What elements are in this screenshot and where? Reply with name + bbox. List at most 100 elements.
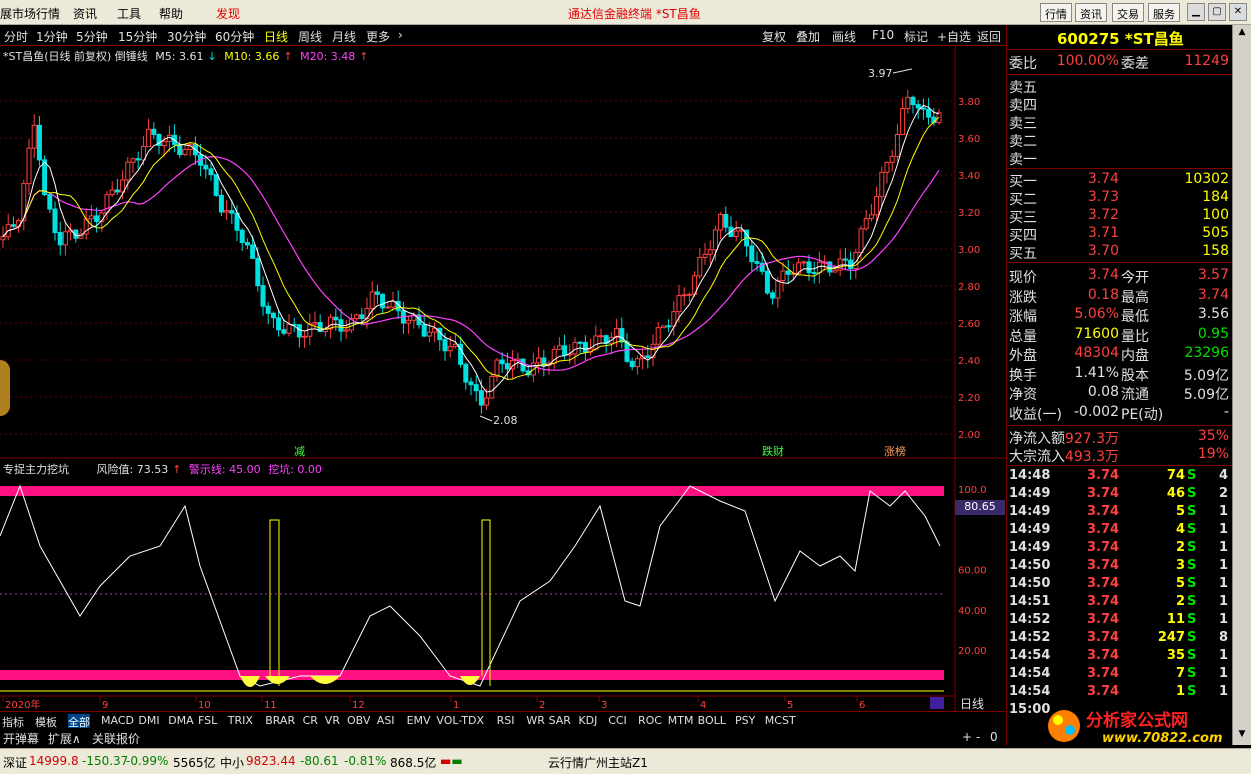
price-tick-label: 3.00 — [958, 245, 980, 256]
sub-legend: 专捉主力挖坑 风险值: 73.53 ↑ 警示线: 45.00 挖坑: 0.00 — [3, 461, 326, 477]
maximize-icon[interactable]: ▢ — [1208, 3, 1226, 21]
danmaku-toggle[interactable]: 开弹幕 — [3, 730, 39, 747]
dig-signal — [265, 676, 290, 684]
window-title: 通达信金融终端 *ST昌鱼 — [568, 7, 701, 21]
btn-news[interactable]: 资讯 — [1075, 3, 1107, 22]
tick-row: 14:54 3.74 7 S 1 — [1009, 666, 1229, 681]
close-icon[interactable]: ✕ — [1229, 3, 1247, 21]
candle — [442, 339, 448, 352]
date-tick-label: 2020年 — [5, 698, 40, 711]
indicator-tab[interactable]: WR — [526, 714, 545, 727]
related-quote[interactable]: 关联报价 — [92, 730, 140, 747]
btn-trade[interactable]: 交易 — [1112, 3, 1144, 22]
zx-index-change: -80.61 — [300, 754, 339, 768]
indicator-tab[interactable]: ASI — [377, 714, 395, 727]
date-tick-label: 1 — [453, 700, 459, 711]
candle — [572, 341, 578, 355]
indicator-tab[interactable]: BRAR — [265, 714, 295, 727]
menu-news[interactable]: 资讯 — [73, 5, 97, 22]
period-15min[interactable]: 15分钟 — [118, 28, 157, 45]
indicator-tab[interactable]: OBV — [347, 714, 370, 727]
svg-text:www.70822.com: www.70822.com — [1102, 731, 1223, 746]
period-5min[interactable]: 5分钟 — [76, 28, 108, 45]
indicator-tab[interactable]: DMA — [168, 714, 194, 727]
btn-f10[interactable]: F10 — [872, 28, 894, 42]
period-daily[interactable]: 日线 — [264, 28, 288, 45]
period-label[interactable]: 日线 — [960, 695, 1000, 712]
btn-draw[interactable]: 画线 — [832, 28, 856, 45]
candle — [52, 208, 58, 234]
date-tick-label: 10 — [198, 700, 211, 711]
period-60min[interactable]: 60分钟 — [215, 28, 254, 45]
btn-mark[interactable]: 标记 — [904, 28, 928, 45]
expand-toggle[interactable]: 扩展∧ — [48, 730, 81, 747]
zoom-in-button[interactable]: + — [962, 730, 972, 744]
candle — [702, 253, 708, 258]
event-tag[interactable]: 减 — [294, 445, 305, 458]
indicator-tab[interactable]: CR — [303, 714, 318, 727]
indicator-tab[interactable]: BOLL — [698, 714, 726, 727]
indicator-tab[interactable]: EMV — [407, 714, 431, 727]
indicator-tab[interactable]: VOL-TDX — [436, 714, 484, 727]
dig-signal — [310, 676, 340, 684]
period-1min[interactable]: 1分钟 — [36, 28, 68, 45]
indicator-tab[interactable]: MTM — [668, 714, 694, 727]
period-monthly[interactable]: 月线 — [332, 28, 356, 45]
signal-icon: ▬▬ — [440, 754, 463, 768]
menu-market[interactable]: 展市场行情 — [0, 5, 60, 22]
period-intraday[interactable]: 分时 — [4, 28, 28, 45]
sz-index-label: 深证 — [3, 756, 28, 770]
indicator-tab[interactable]: RSI — [497, 714, 515, 727]
server-label[interactable]: 云行情广州主站Z1 — [548, 754, 648, 771]
indicator-tab[interactable]: MACD — [101, 714, 134, 727]
period-weekly[interactable]: 周线 — [298, 28, 322, 45]
zoom-out-button[interactable]: - — [976, 730, 980, 744]
btn-add-favorite[interactable]: +自选 — [937, 28, 971, 45]
candle — [447, 346, 453, 352]
zoom-reset-button[interactable]: 0 — [990, 730, 998, 744]
menu-tools[interactable]: 工具 — [117, 5, 141, 22]
stat-row: 现价 3.74 今开 3.57 — [1009, 267, 1229, 286]
side-toggle-button[interactable] — [0, 360, 10, 416]
stat-row: 净资 0.08 流通 5.09亿 — [1009, 384, 1229, 403]
bid-row: 买一 3.74 10302 — [1009, 171, 1229, 190]
indicator-tab[interactable]: KDJ — [578, 714, 597, 727]
menu-discover[interactable]: 发现 — [216, 5, 240, 22]
candle — [770, 292, 776, 299]
sub-tick-label: 60.00 — [958, 566, 987, 577]
indicator-tab[interactable]: DMI — [138, 714, 159, 727]
price-tick-label: 3.60 — [958, 134, 980, 145]
indicator-tab[interactable]: VR — [325, 714, 340, 727]
candle — [879, 171, 885, 198]
candle — [749, 245, 755, 263]
flow-row: 大宗流入 493.3万 19% — [1009, 446, 1229, 465]
scroll-up-icon[interactable]: ▲ — [1235, 27, 1249, 41]
btn-back[interactable]: 返回 — [977, 28, 1001, 45]
tick-row: 14:48 3.74 74 S 4 — [1009, 468, 1229, 483]
btn-service[interactable]: 服务 — [1148, 3, 1180, 22]
kline-chart[interactable]: 3.80 3.60 3.40 3.20 3.00 2.80 2.60 2.40 2.20 2.00… — [0, 46, 1005, 711]
chevron-right-icon[interactable]: › — [398, 28, 403, 42]
svg-text:分析家公式网: 分析家公式网 — [1086, 710, 1188, 731]
btn-overlay[interactable]: 叠加 — [796, 28, 820, 45]
period-more[interactable]: 更多 — [366, 28, 390, 45]
indicator-tab[interactable]: FSL — [198, 714, 217, 727]
indicator-tab[interactable]: ROC — [638, 714, 662, 727]
period-30min[interactable]: 30分钟 — [167, 28, 206, 45]
indicator-tab[interactable]: SAR — [549, 714, 571, 727]
event-tag[interactable]: 跌财 — [762, 444, 784, 458]
stock-code[interactable]: 600275 *ST昌鱼 — [1057, 28, 1184, 49]
menu-help[interactable]: 帮助 — [159, 5, 183, 22]
event-tag[interactable]: 涨榜 — [884, 444, 906, 458]
indicator-tab[interactable]: CCI — [608, 714, 627, 727]
indicator-tab[interactable]: MCST — [765, 714, 796, 727]
btn-quote[interactable]: 行情 — [1040, 3, 1072, 22]
indicator-tab[interactable]: PSY — [735, 714, 755, 727]
quote-panel: 600275 *ST昌鱼 委比 100.00% 委差 11249 卖五 卖四 卖三卖… — [1006, 25, 1233, 745]
candle — [473, 384, 479, 392]
btn-adjust[interactable]: 复权 — [762, 28, 786, 45]
indicator-tab[interactable]: TRIX — [228, 714, 253, 727]
candle — [94, 215, 100, 222]
quote-scrollbar[interactable]: ▲ ▼ — [1232, 25, 1251, 745]
minimize-icon[interactable]: ▁ — [1187, 3, 1205, 21]
